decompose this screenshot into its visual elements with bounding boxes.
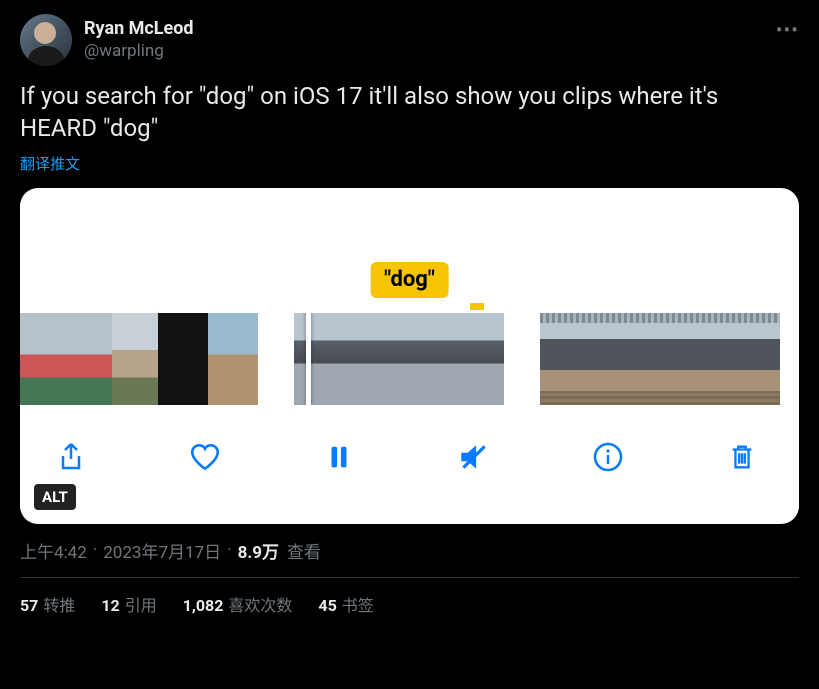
stats-row: 57转推 12引用 1,082喜欢次数 45书签 [20,592,799,616]
clip-frame[interactable] [434,313,504,405]
search-pill: "dog" [370,262,449,298]
user-handle[interactable]: @warpling [84,40,194,62]
time[interactable]: 上午4:42 [20,538,87,563]
tweet-header: Ryan McLeod @warpling ••• [20,14,799,66]
clip-frame[interactable] [158,313,208,405]
pause-icon[interactable] [322,440,356,474]
tweet-container: Ryan McLeod @warpling ••• If you search … [0,0,819,626]
views-count[interactable]: 8.9万 [238,538,279,563]
heart-icon[interactable] [188,440,222,474]
tweet-text: If you search for "dog" on iOS 17 it'll … [20,80,799,145]
clip-cluster[interactable] [294,313,504,405]
info-icon[interactable] [591,440,625,474]
clip-frame[interactable] [20,313,66,405]
clip-frame[interactable] [364,313,434,405]
clip-frame[interactable] [540,313,588,405]
more-icon[interactable]: ••• [776,18,799,42]
avatar[interactable] [20,14,72,66]
clip-frame[interactable] [732,313,780,405]
tweet-meta: 上午4:42 · 2023年7月17日 · 8.9万 查看 [20,538,799,563]
clip-frame[interactable] [684,313,732,405]
stat-quotes[interactable]: 12引用 [101,592,156,616]
clip-cluster[interactable] [540,313,780,405]
stat-retweets[interactable]: 57转推 [20,592,75,616]
clip-frame[interactable] [588,313,636,405]
clip-frame[interactable] [208,313,258,405]
stat-bookmarks[interactable]: 45书签 [318,592,373,616]
clip-frame[interactable] [112,313,158,405]
display-name[interactable]: Ryan McLeod [84,17,194,40]
clip-cluster[interactable] [20,313,258,405]
playhead[interactable] [306,313,311,405]
trash-icon[interactable] [725,440,759,474]
stat-likes[interactable]: 1,082喜欢次数 [183,592,293,616]
clip-frame[interactable] [636,313,684,405]
playhead-marker [470,303,484,310]
divider [20,577,799,578]
video-timeline[interactable] [20,313,799,405]
user-names: Ryan McLeod @warpling [84,14,194,62]
translate-link[interactable]: 翻译推文 [20,153,799,174]
date[interactable]: 2023年7月17日 [103,538,221,563]
media-toolbar [20,426,799,488]
views-label: 查看 [287,538,321,563]
clip-frame[interactable] [294,313,364,405]
alt-badge[interactable]: ALT [34,484,76,510]
mute-icon[interactable] [457,440,491,474]
clip-frame[interactable] [66,313,112,405]
media-card[interactable]: "dog" [20,188,799,524]
share-icon[interactable] [54,440,88,474]
